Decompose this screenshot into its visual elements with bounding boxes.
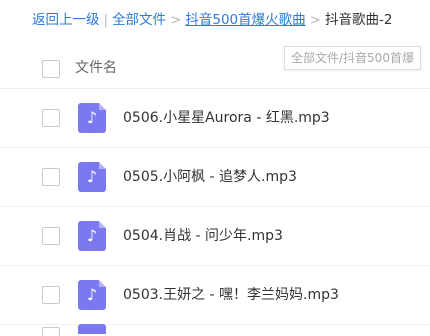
- row-checkbox[interactable]: [42, 286, 60, 304]
- music-note-icon: ♪: [86, 167, 98, 186]
- row-checkbox[interactable]: [42, 109, 60, 127]
- file-row[interactable]: ♪ 0505.小阿枫 - 追梦人.mp3: [0, 148, 430, 207]
- row-checkbox[interactable]: [42, 327, 60, 336]
- music-file-icon: ♪: [78, 162, 106, 192]
- file-name[interactable]: 0503.王妍之 - 嘿！李兰妈妈.mp3: [123, 285, 339, 305]
- music-file-icon: ♪: [78, 103, 106, 133]
- breadcrumb: 返回上一级 | 全部文件 > 抖音500首爆火歌曲 > 抖音歌曲-2: [32, 10, 392, 30]
- music-file-icon: [78, 324, 106, 334]
- file-row[interactable]: ♪ 0504.肖战 - 问少年.mp3: [0, 207, 430, 266]
- current-folder: 抖音歌曲-2: [324, 12, 393, 28]
- select-all-checkbox[interactable]: [42, 60, 60, 78]
- music-file-icon: ♪: [78, 221, 106, 251]
- file-row[interactable]: ♪ 0506.小星星Aurora - 红黑.mp3: [0, 89, 430, 148]
- music-note-icon: ♪: [86, 285, 98, 304]
- folder-link[interactable]: 抖音500首爆火歌曲: [185, 12, 305, 28]
- breadcrumb-chevron: >: [309, 12, 321, 28]
- music-file-icon: ♪: [78, 280, 106, 310]
- file-name[interactable]: 0506.小星星Aurora - 红黑.mp3: [123, 108, 330, 128]
- breadcrumb-separator: |: [103, 12, 109, 28]
- path-tooltip: 全部文件/抖音500首爆: [284, 46, 421, 70]
- music-note-icon: ♪: [86, 108, 98, 127]
- row-checkbox[interactable]: [42, 168, 60, 186]
- breadcrumb-chevron: >: [170, 12, 182, 28]
- row-checkbox[interactable]: [42, 227, 60, 245]
- file-name[interactable]: 0504.肖战 - 问少年.mp3: [123, 226, 283, 246]
- filename-column-header[interactable]: 文件名: [75, 58, 117, 78]
- file-name[interactable]: 0505.小阿枫 - 追梦人.mp3: [123, 167, 297, 187]
- back-link[interactable]: 返回上一级: [32, 12, 100, 28]
- music-note-icon: ♪: [86, 226, 98, 245]
- all-files-link[interactable]: 全部文件: [112, 12, 166, 28]
- file-row[interactable]: ♪ 0503.王妍之 - 嘿！李兰妈妈.mp3: [0, 266, 430, 325]
